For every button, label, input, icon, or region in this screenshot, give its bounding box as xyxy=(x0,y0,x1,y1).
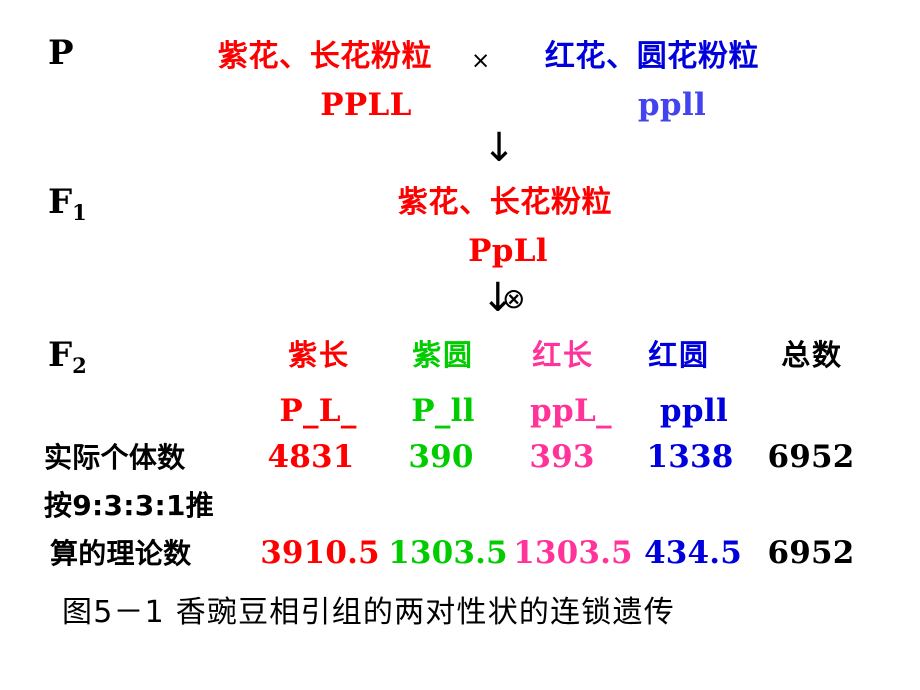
selfing-circled-times-icon: ⊗ xyxy=(502,282,526,315)
f2-phenotype-header-0: 紫长 xyxy=(288,338,350,372)
generation-label-p-text: P xyxy=(48,33,74,73)
f2-row-label-expected-line2: 算的理论数 xyxy=(50,537,192,570)
f2-observed-value-total: 6952 xyxy=(767,439,855,475)
parental-right-genotype: ppll xyxy=(637,87,707,123)
generation-label-f1: F1 xyxy=(48,182,87,223)
generation-label-f2-sub: 2 xyxy=(72,352,87,378)
cross-symbol: × xyxy=(471,48,491,74)
generation-label-f1-sub: 1 xyxy=(72,199,87,225)
f2-genotype-header-0: P_L_ xyxy=(279,393,357,429)
f2-genotype-header-3: ppll xyxy=(659,393,729,429)
f2-phenotype-header-2: 红长 xyxy=(532,338,594,372)
figure-slide: P 紫花、长花粉粒 × 红花、圆花粉粒 PPLL ppll ↓ F1 紫花、长花… xyxy=(0,0,920,690)
generation-label-p: P xyxy=(48,36,74,70)
f2-genotype-header-2: ppL_ xyxy=(530,393,612,429)
parental-left-genotype: PPLL xyxy=(320,87,412,123)
f2-observed-value-2: 393 xyxy=(529,439,595,475)
f2-phenotype-header-3: 红圆 xyxy=(648,338,710,372)
f2-observed-value-3: 1338 xyxy=(646,439,734,475)
f2-expected-value-3: 434.5 xyxy=(644,535,742,571)
f2-expected-value-2: 1303.5 xyxy=(513,535,633,571)
f2-phenotype-header-1: 紫圆 xyxy=(412,338,474,372)
generation-label-f1-text: F xyxy=(48,182,73,222)
generation-label-f2-text: F xyxy=(48,335,73,375)
f1-genotype: PpLl xyxy=(468,233,548,269)
f2-row-label-expected-line1: 按9:3:3:1推 xyxy=(44,489,215,522)
f2-observed-value-0: 4831 xyxy=(267,439,355,475)
generation-label-f2: F2 xyxy=(48,335,87,376)
arrow-down-icon-p-to-f1: ↓ xyxy=(482,125,516,171)
parental-left-phenotype: 紫花、长花粉粒 xyxy=(217,39,433,74)
f2-expected-value-1: 1303.5 xyxy=(388,535,508,571)
parental-right-phenotype: 红花、圆花粉粒 xyxy=(544,39,760,74)
f2-expected-value-total: 6952 xyxy=(767,535,855,571)
figure-caption: 图5－1 香豌豆相引组的两对性状的连锁遗传 xyxy=(62,595,675,630)
f2-phenotype-header-total: 总数 xyxy=(781,338,843,372)
f1-phenotype: 紫花、长花粉粒 xyxy=(397,185,613,220)
f2-expected-value-0: 3910.5 xyxy=(260,535,380,571)
f2-genotype-header-1: P_ll xyxy=(411,393,475,429)
f2-row-label-observed: 实际个体数 xyxy=(44,441,186,474)
f2-observed-value-1: 390 xyxy=(408,439,474,475)
